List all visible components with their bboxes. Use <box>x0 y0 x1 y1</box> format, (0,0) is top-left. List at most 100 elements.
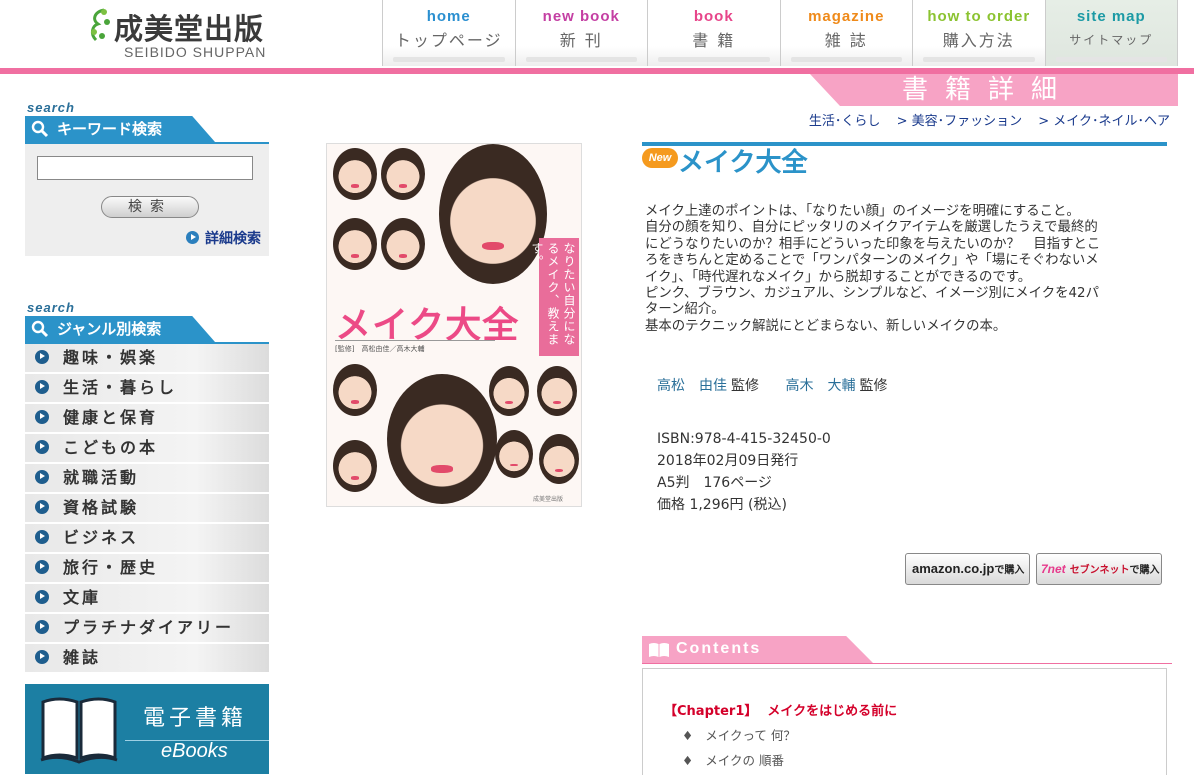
genre-item-children[interactable]: こどもの本 <box>25 434 269 464</box>
genre-list: 趣味・娯楽 生活・暮らし 健康と保育 こどもの本 就職活動 資格試験 ビジネス … <box>25 344 269 674</box>
nav-bar <box>790 57 902 62</box>
chapter-number: 【Chapter1】 <box>664 704 758 719</box>
keyword-search-title: キーワード検索 <box>57 120 163 138</box>
arrow-right-icon <box>186 231 199 244</box>
genre-item-job-hunting[interactable]: 就職活動 <box>25 464 269 494</box>
description-line: 基本のテクニック解説にとどまらない、新しいメイクの本。 <box>645 318 1007 334</box>
contents-item-label: メイクって 何？ <box>705 728 796 743</box>
arrow-right-icon <box>35 350 49 364</box>
contents-title: Contents <box>676 640 762 657</box>
nav-bar <box>923 57 1035 62</box>
genre-item-bunko[interactable]: 文庫 <box>25 584 269 614</box>
description-line: 自分の顔を知り、自分にピッタリのメイクアイテムを厳選したうえで最終的 <box>645 220 1098 236</box>
chapter-heading: 【Chapter1】 メイクをはじめる前に <box>664 700 897 719</box>
breadcrumb-item-lifestyle[interactable]: 生活･くらし <box>809 114 881 129</box>
advanced-search-link[interactable]: 詳細検索 <box>186 228 261 248</box>
description-line: ピンク、ブラウン、カジュアル、シンプルなど、イメージ別にメイクを42パ <box>645 286 1099 302</box>
cover-face <box>333 440 377 492</box>
nav-how-to-order[interactable]: how to order 購入方法 <box>913 0 1046 66</box>
keyword-search-small-label: search <box>27 100 75 115</box>
genre-label: 趣味・娯楽 <box>63 348 159 367</box>
cover-face <box>387 374 497 504</box>
description-line: メイク上達のポイントは、「なりたい顔」のイメージを明確にすること。 <box>645 204 1080 219</box>
nav-book[interactable]: book 書 籍 <box>648 0 781 66</box>
author-name-link[interactable]: 高松 由佳 <box>657 378 727 394</box>
logo-text-en: SEIBIDO SHUPPAN <box>124 44 267 60</box>
cover-face <box>489 366 529 416</box>
sidebar: search キーワード検索 検索 詳細検索 search ジャンル別検索 趣味… <box>25 100 269 774</box>
buy-amazon-button[interactable]: amazon.co.jpで購入 <box>905 553 1030 585</box>
ebooks-banner[interactable]: 電子書籍 eBooks <box>25 684 269 774</box>
nav-site-map[interactable]: site map サイトマップ <box>1045 0 1178 66</box>
breadcrumb-item-makeup[interactable]: > メイク･ネイル･ヘア <box>1038 114 1170 129</box>
genre-label: 生活・暮らし <box>63 378 178 397</box>
book-price: 価格 1,296円 (税込) <box>657 497 787 513</box>
arrow-right-icon <box>35 440 49 454</box>
genre-item-certification[interactable]: 資格試験 <box>25 494 269 524</box>
nav-bar <box>658 57 770 62</box>
author-role: 監修 <box>731 378 759 394</box>
nav-new-book[interactable]: new book 新 刊 <box>515 0 648 66</box>
genre-label: 文庫 <box>63 588 102 607</box>
breadcrumb-item-beauty[interactable]: > 美容･ファッション <box>897 114 1023 129</box>
author-name-link[interactable]: 高木 大輔 <box>785 378 855 394</box>
header-divider <box>0 68 1194 74</box>
search-icon <box>31 120 49 138</box>
cover-authors: [監修] 高松由佳／高木大輔 <box>335 345 425 353</box>
cover-face <box>333 218 377 270</box>
cover-face <box>333 148 377 200</box>
nav-book-jp: 書 籍 <box>692 31 736 50</box>
book-format: A5判 176ページ <box>657 475 772 491</box>
arrow-right-icon <box>35 380 49 394</box>
buy-7net-label: で購入 <box>1129 565 1160 576</box>
nav-new-book-en: new book <box>542 8 620 25</box>
genre-label: ビジネス <box>63 528 140 547</box>
search-icon <box>31 320 49 338</box>
genre-search-rule <box>25 342 269 344</box>
contents-rule <box>642 663 1172 664</box>
arrow-right-icon <box>35 590 49 604</box>
advanced-search-label: 詳細検索 <box>205 231 261 247</box>
page: 成美堂出版 SEIBIDO SHUPPAN home トップページ new bo… <box>0 0 1194 775</box>
genre-label: 雑誌 <box>63 648 102 667</box>
genre-item-hobby[interactable]: 趣味・娯楽 <box>25 344 269 374</box>
page-banner: 書籍詳細 <box>810 74 1178 106</box>
arrow-right-icon <box>35 410 49 424</box>
book-isbn: ISBN:978-4-415-32450-0 <box>657 431 831 447</box>
nav-home[interactable]: home トップページ <box>383 0 516 66</box>
nav-bar <box>393 57 505 62</box>
genre-item-travel-history[interactable]: 旅行・歴史 <box>25 554 269 584</box>
book-cover-image[interactable]: なりたい自分になるメイク、教えます。 メイク大全 [監修] 高松由佳／高木大輔 … <box>326 143 582 507</box>
contents-item: ♦ メイクって 何？ <box>682 725 796 744</box>
buy-7net-button[interactable]: 7net セブンネットで購入 <box>1036 553 1162 585</box>
cover-face <box>539 434 579 484</box>
nav-magazine-en: magazine <box>808 8 885 25</box>
nav-magazine[interactable]: magazine 雑 誌 <box>780 0 913 66</box>
leaf-logo-icon <box>90 8 110 42</box>
cover-face <box>333 364 377 416</box>
keyword-search-tab: キーワード検索 <box>25 116 215 142</box>
genre-search-tab: ジャンル別検索 <box>25 316 215 342</box>
search-button[interactable]: 検索 <box>101 196 199 218</box>
keyword-search-input[interactable] <box>37 156 253 180</box>
diamond-bullet-icon: ♦ <box>682 728 694 743</box>
header: 成美堂出版 SEIBIDO SHUPPAN home トップページ new bo… <box>0 0 1194 70</box>
genre-label: こどもの本 <box>63 438 159 457</box>
genre-item-living[interactable]: 生活・暮らし <box>25 374 269 404</box>
genre-label: 旅行・歴史 <box>63 558 159 577</box>
description-line: ろをきちんと定めることで「ワンパターンのメイク」や「場にそぐわないメ <box>645 253 1099 269</box>
description-line: にどうなりたいのか？相手にどういった印象を与えたいのか？ 目指すとこ <box>645 236 1101 252</box>
genre-item-platinum-diary[interactable]: プラチナダイアリー <box>25 614 269 644</box>
nav-how-to-order-en: how to order <box>927 8 1031 25</box>
page-banner-title: 書籍詳細 <box>902 75 1075 105</box>
genre-item-magazine[interactable]: 雑誌 <box>25 644 269 674</box>
description-line: ターン紹介。 <box>645 302 725 318</box>
keyword-search-box: 検索 詳細検索 <box>25 144 269 256</box>
open-book-icon <box>40 697 118 764</box>
site-logo[interactable]: 成美堂出版 SEIBIDO SHUPPAN <box>88 4 308 64</box>
genre-item-business[interactable]: ビジネス <box>25 524 269 554</box>
genre-search-title: ジャンル別検索 <box>57 320 162 338</box>
arrow-right-icon <box>35 560 49 574</box>
genre-item-health[interactable]: 健康と保育 <box>25 404 269 434</box>
book-specs: ISBN:978-4-415-32450-0 2018年02月09日発行 A5判… <box>657 428 831 516</box>
